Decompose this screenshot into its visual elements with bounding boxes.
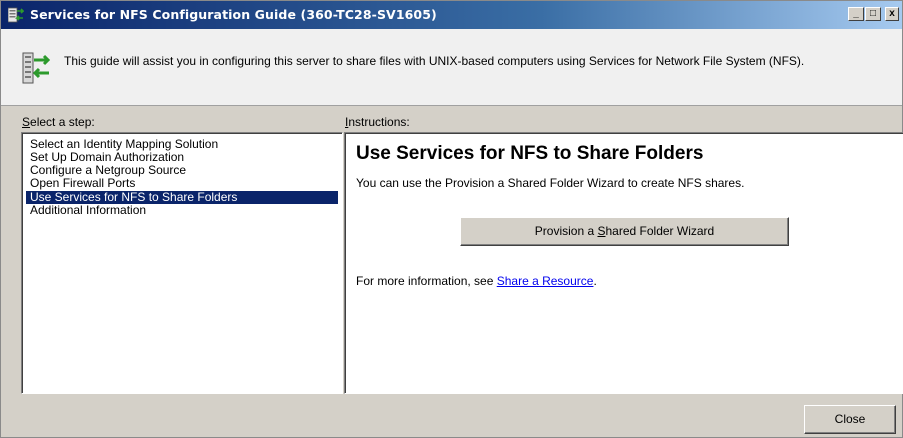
close-button[interactable]: Close	[804, 405, 896, 434]
steps-list[interactable]: Select an Identity Mapping Solution Set …	[21, 132, 343, 394]
instructions-text: You can use the Provision a Shared Folde…	[356, 176, 745, 190]
select-step-label: Select a step:	[22, 115, 95, 129]
instructions-label: Instructions:	[345, 115, 410, 129]
close-window-button[interactable]: x	[885, 7, 899, 21]
instructions-title: Use Services for NFS to Share Folders	[356, 143, 704, 164]
step-item-firewall-ports[interactable]: Open Firewall Ports	[26, 177, 338, 190]
guide-description: This guide will assist you in configurin…	[64, 54, 805, 68]
title-bar[interactable]: Services for NFS Configuration Guide (36…	[1, 1, 902, 29]
more-information-text: For more information, see Share a Resour…	[356, 274, 597, 288]
provision-shared-folder-wizard-button[interactable]: Provision a Shared Folder Wizard	[460, 217, 789, 246]
nfs-config-guide-window: Services for NFS Configuration Guide (36…	[0, 0, 903, 438]
window-title: Services for NFS Configuration Guide (36…	[30, 7, 437, 22]
instructions-panel: Use Services for NFS to Share Folders Yo…	[344, 132, 903, 394]
share-a-resource-link[interactable]: Share a Resource	[497, 274, 594, 288]
nfs-config-icon	[8, 7, 24, 23]
step-item-additional-information[interactable]: Additional Information	[26, 204, 338, 217]
nfs-config-icon	[22, 52, 50, 84]
maximize-button[interactable]: □	[865, 7, 881, 21]
minimize-button[interactable]: _	[848, 7, 864, 21]
